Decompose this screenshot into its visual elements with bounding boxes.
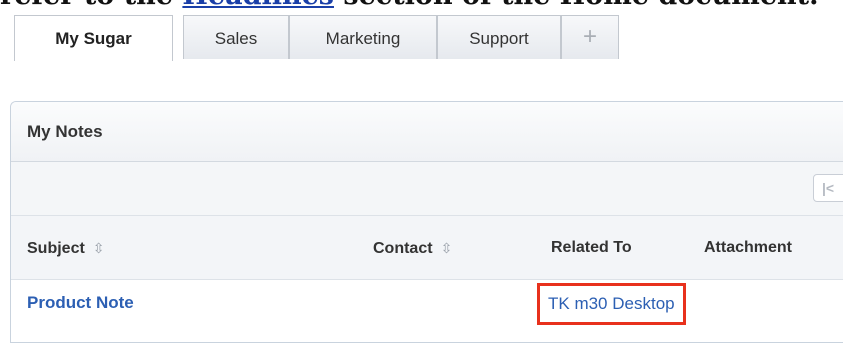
tab-my-sugar[interactable]: My Sugar [14, 15, 173, 61]
list-header: Subject ⇳ Contact ⇳ Related To Attachment [11, 216, 843, 280]
first-page-button[interactable]: |< [813, 174, 843, 202]
column-label: Contact [373, 240, 433, 257]
column-header-contact[interactable]: Contact ⇳ [373, 216, 452, 281]
add-tab-button[interactable]: + [561, 15, 619, 59]
tab-marketing[interactable]: Marketing [289, 15, 437, 59]
tab-support[interactable]: Support [437, 15, 561, 59]
column-label: Subject [27, 240, 85, 257]
column-header-attachment: Attachment [704, 216, 792, 280]
column-header-subject[interactable]: Subject ⇳ [27, 216, 105, 281]
sort-arrows-icon[interactable]: ⇳ [441, 240, 453, 256]
table-row: Product Note TK m30 Desktop [11, 280, 843, 340]
related-to-link[interactable]: TK m30 Desktop [537, 283, 686, 325]
column-label: Related To [551, 239, 632, 256]
pagination-bar: |< [11, 162, 843, 216]
subject-cell: Product Note [27, 280, 134, 326]
plus-icon: + [582, 23, 597, 50]
note-subject-link[interactable]: Product Note [27, 293, 134, 312]
heading-suffix: section of the Home document. [334, 0, 818, 11]
tab-label: My Sugar [55, 29, 132, 48]
heading-prefix: refer to the [0, 0, 182, 11]
tab-label: Sales [214, 29, 258, 48]
column-header-related-to: Related To [551, 216, 632, 280]
tab-label: Support [469, 29, 529, 48]
my-notes-dashlet: My Notes |< Subject ⇳ Contact ⇳ Related To… [10, 101, 843, 343]
first-page-icon: |< [822, 180, 835, 196]
column-label: Attachment [704, 239, 793, 256]
tab-sales[interactable]: Sales [183, 15, 289, 59]
tab-label: Marketing [325, 29, 401, 48]
sort-arrows-icon[interactable]: ⇳ [93, 240, 105, 256]
headlines-link[interactable]: Headlines [182, 0, 334, 11]
dashlet-title: My Notes [11, 102, 843, 162]
